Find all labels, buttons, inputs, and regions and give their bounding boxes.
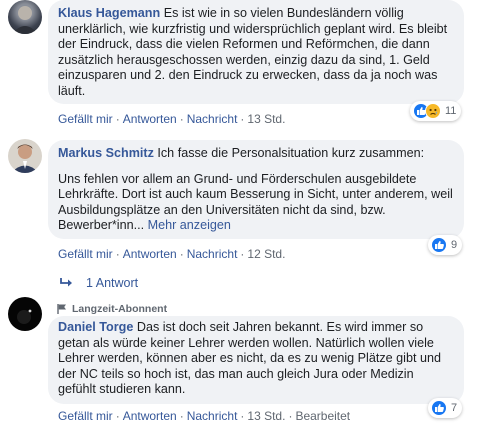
message-button[interactable]: Nachricht bbox=[187, 247, 238, 261]
comment-timestamp[interactable]: 13 Std. bbox=[247, 112, 285, 126]
fan-badge: Langzeit-Abonnent bbox=[56, 303, 167, 315]
avatar-photo-icon bbox=[17, 309, 32, 324]
sad-icon bbox=[425, 103, 441, 119]
comment-author[interactable]: Daniel Torge bbox=[58, 320, 133, 334]
comment-author[interactable]: Markus Schmitz bbox=[58, 146, 154, 160]
like-button[interactable]: Gefällt mir bbox=[58, 112, 113, 126]
comment-text: Uns fehlen vor allem an Grund- und Förde… bbox=[58, 171, 453, 233]
show-more-link[interactable]: Mehr anzeigen bbox=[148, 218, 231, 232]
like-button[interactable]: Gefällt mir bbox=[58, 409, 113, 423]
reaction-summary[interactable]: 9 bbox=[428, 235, 463, 255]
reply-button[interactable]: Antworten bbox=[123, 247, 177, 261]
view-replies-link[interactable]: 1 Antwort bbox=[60, 276, 138, 290]
comment-bubble: Daniel Torge Das ist doch seit Jahren be… bbox=[48, 316, 464, 404]
comment-timestamp[interactable]: 12 Std. bbox=[247, 247, 285, 261]
reaction-count: 11 bbox=[445, 105, 457, 117]
badge-label: Langzeit-Abonnent bbox=[72, 303, 168, 315]
like-icon bbox=[431, 237, 447, 253]
comment-actions: Gefällt mir · Antworten · Nachricht · 13 Std. ·… bbox=[58, 409, 351, 423]
message-button[interactable]: Nachricht bbox=[187, 409, 238, 423]
reaction-summary[interactable]: 7 bbox=[428, 398, 463, 418]
comment-bubble: Klaus Hagemann Es ist wie in so vielen B… bbox=[48, 0, 464, 104]
avatar[interactable] bbox=[8, 0, 42, 34]
comment-bubble: Markus Schmitz Ich fasse die Personalsit… bbox=[48, 140, 464, 239]
reply-button[interactable]: Antworten bbox=[123, 112, 177, 126]
message-button[interactable]: Nachricht bbox=[187, 112, 238, 126]
avatar-photo-icon bbox=[12, 6, 38, 34]
comment-author[interactable]: Klaus Hagemann bbox=[58, 6, 160, 20]
replies-count-label: 1 Antwort bbox=[86, 276, 139, 290]
reply-button[interactable]: Antworten bbox=[123, 409, 177, 423]
reply-arrow-icon bbox=[60, 278, 72, 287]
reaction-count: 7 bbox=[451, 402, 458, 414]
edited-label[interactable]: Bearbeitet bbox=[295, 409, 350, 423]
avatar-photo-icon bbox=[11, 144, 39, 173]
comment-text-intro: Ich fasse die Personalsituation kurz zus… bbox=[157, 146, 425, 160]
comment-actions: Gefällt mir · Antworten · Nachricht · 13 Std. bbox=[58, 112, 286, 126]
reaction-summary[interactable]: 11 bbox=[410, 101, 462, 121]
comment-timestamp[interactable]: 13 Std. bbox=[247, 409, 285, 423]
avatar[interactable] bbox=[8, 297, 42, 331]
like-button[interactable]: Gefällt mir bbox=[58, 247, 113, 261]
reaction-count: 9 bbox=[451, 239, 458, 251]
like-icon bbox=[431, 400, 447, 416]
avatar[interactable] bbox=[8, 139, 42, 173]
flag-icon bbox=[57, 304, 66, 314]
comment-actions: Gefällt mir · Antworten · Nachricht · 12 Std. bbox=[58, 247, 286, 261]
